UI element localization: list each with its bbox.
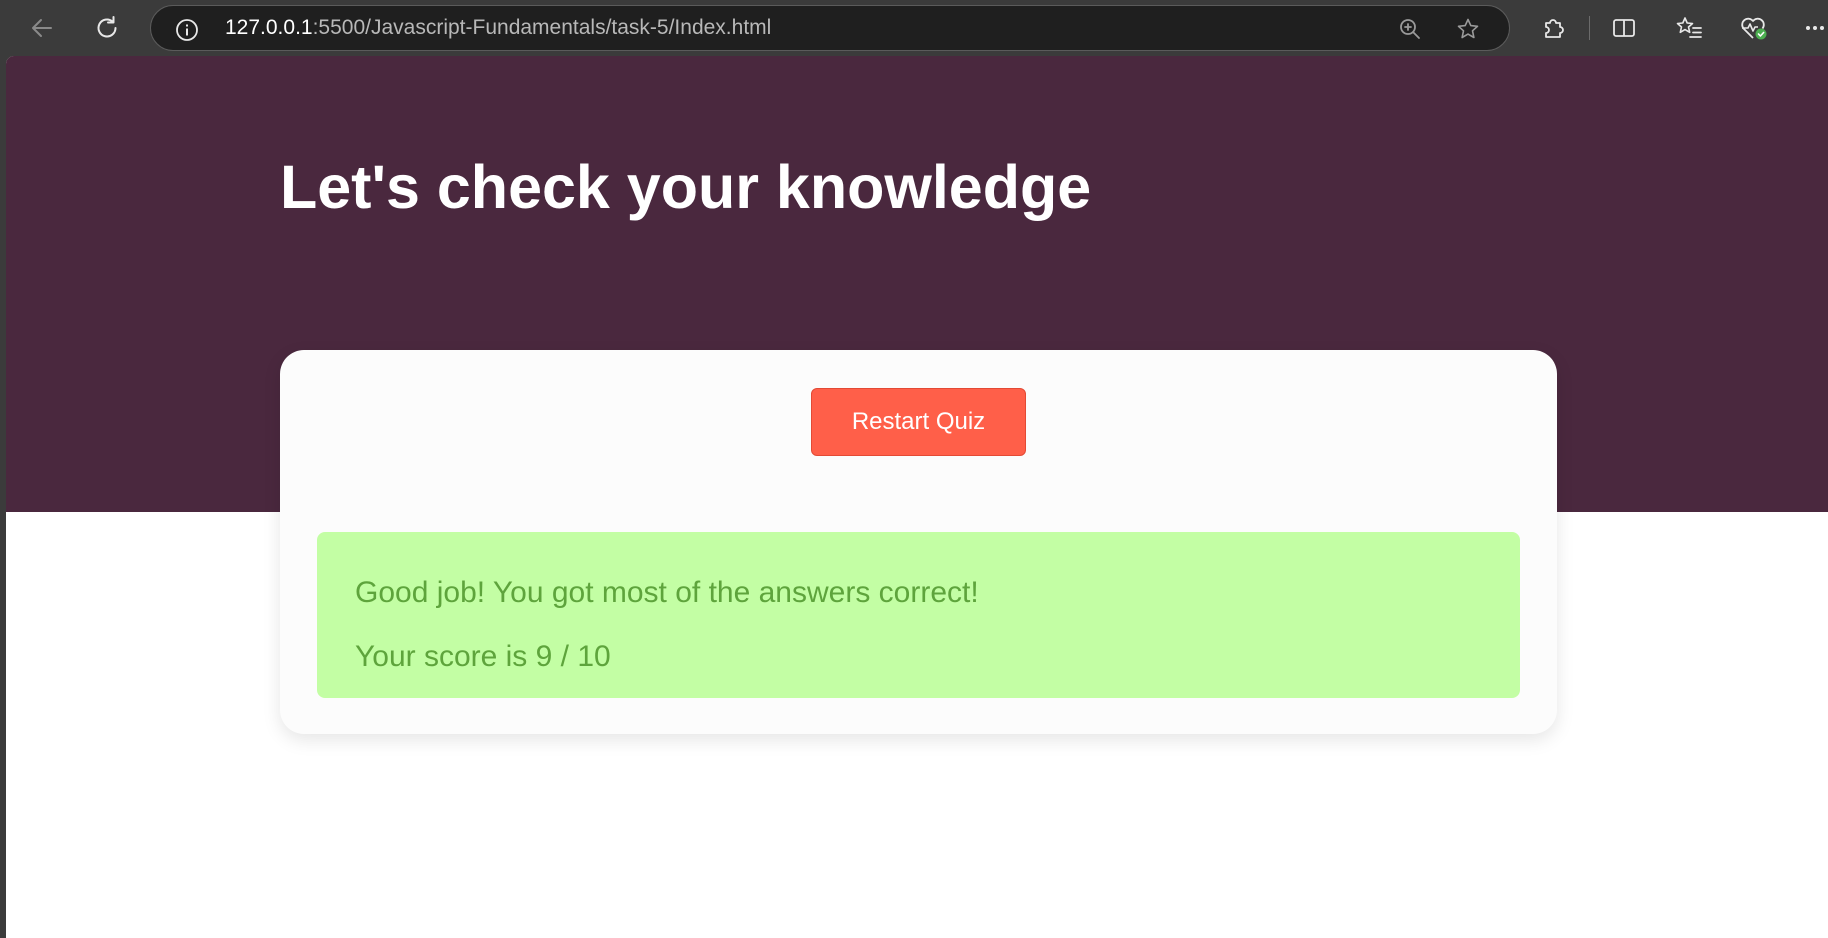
star-icon[interactable] bbox=[1456, 17, 1480, 41]
browser-toolbar: 127.0.0.1:5500/Javascript-Fundamentals/t… bbox=[0, 0, 1828, 56]
more-icon bbox=[1806, 26, 1824, 30]
back-arrow-icon bbox=[32, 19, 52, 37]
url-text[interactable]: 127.0.0.1:5500/Javascript-Fundamentals/t… bbox=[225, 6, 771, 50]
more-button[interactable] bbox=[1800, 10, 1828, 46]
url-host: 127.0.0.1 bbox=[225, 16, 313, 39]
result-panel: Good job! You got most of the answers co… bbox=[317, 532, 1520, 698]
favorites-list-icon bbox=[1676, 17, 1702, 38]
reload-button[interactable] bbox=[89, 10, 125, 46]
result-score: Your score is 9 / 10 bbox=[355, 640, 611, 673]
puzzle-icon bbox=[1545, 19, 1564, 38]
extensions-button[interactable] bbox=[1535, 10, 1571, 46]
page-title: Let's check your knowledge bbox=[280, 153, 1092, 221]
favorites-button[interactable] bbox=[1671, 10, 1707, 46]
toolbar-divider bbox=[1589, 16, 1590, 40]
result-message: Good job! You got most of the answers co… bbox=[355, 576, 979, 609]
split-screen-icon bbox=[1613, 19, 1635, 37]
heart-pulse-icon bbox=[1741, 17, 1767, 40]
split-screen-button[interactable] bbox=[1606, 10, 1642, 46]
browser-essentials-button[interactable] bbox=[1736, 10, 1772, 46]
zoom-in-icon[interactable] bbox=[1398, 17, 1422, 41]
page-viewport: Let's check your knowledge Restart Quiz … bbox=[6, 56, 1828, 938]
back-button[interactable] bbox=[24, 10, 60, 46]
address-bar[interactable]: 127.0.0.1:5500/Javascript-Fundamentals/t… bbox=[150, 5, 1510, 51]
restart-quiz-button[interactable]: Restart Quiz bbox=[811, 388, 1026, 456]
url-path: :5500/Javascript-Fundamentals/task-5/Ind… bbox=[312, 16, 772, 39]
quiz-card: Restart Quiz Good job! You got most of t… bbox=[280, 350, 1557, 734]
info-icon[interactable] bbox=[175, 18, 199, 42]
reload-icon bbox=[97, 16, 117, 38]
